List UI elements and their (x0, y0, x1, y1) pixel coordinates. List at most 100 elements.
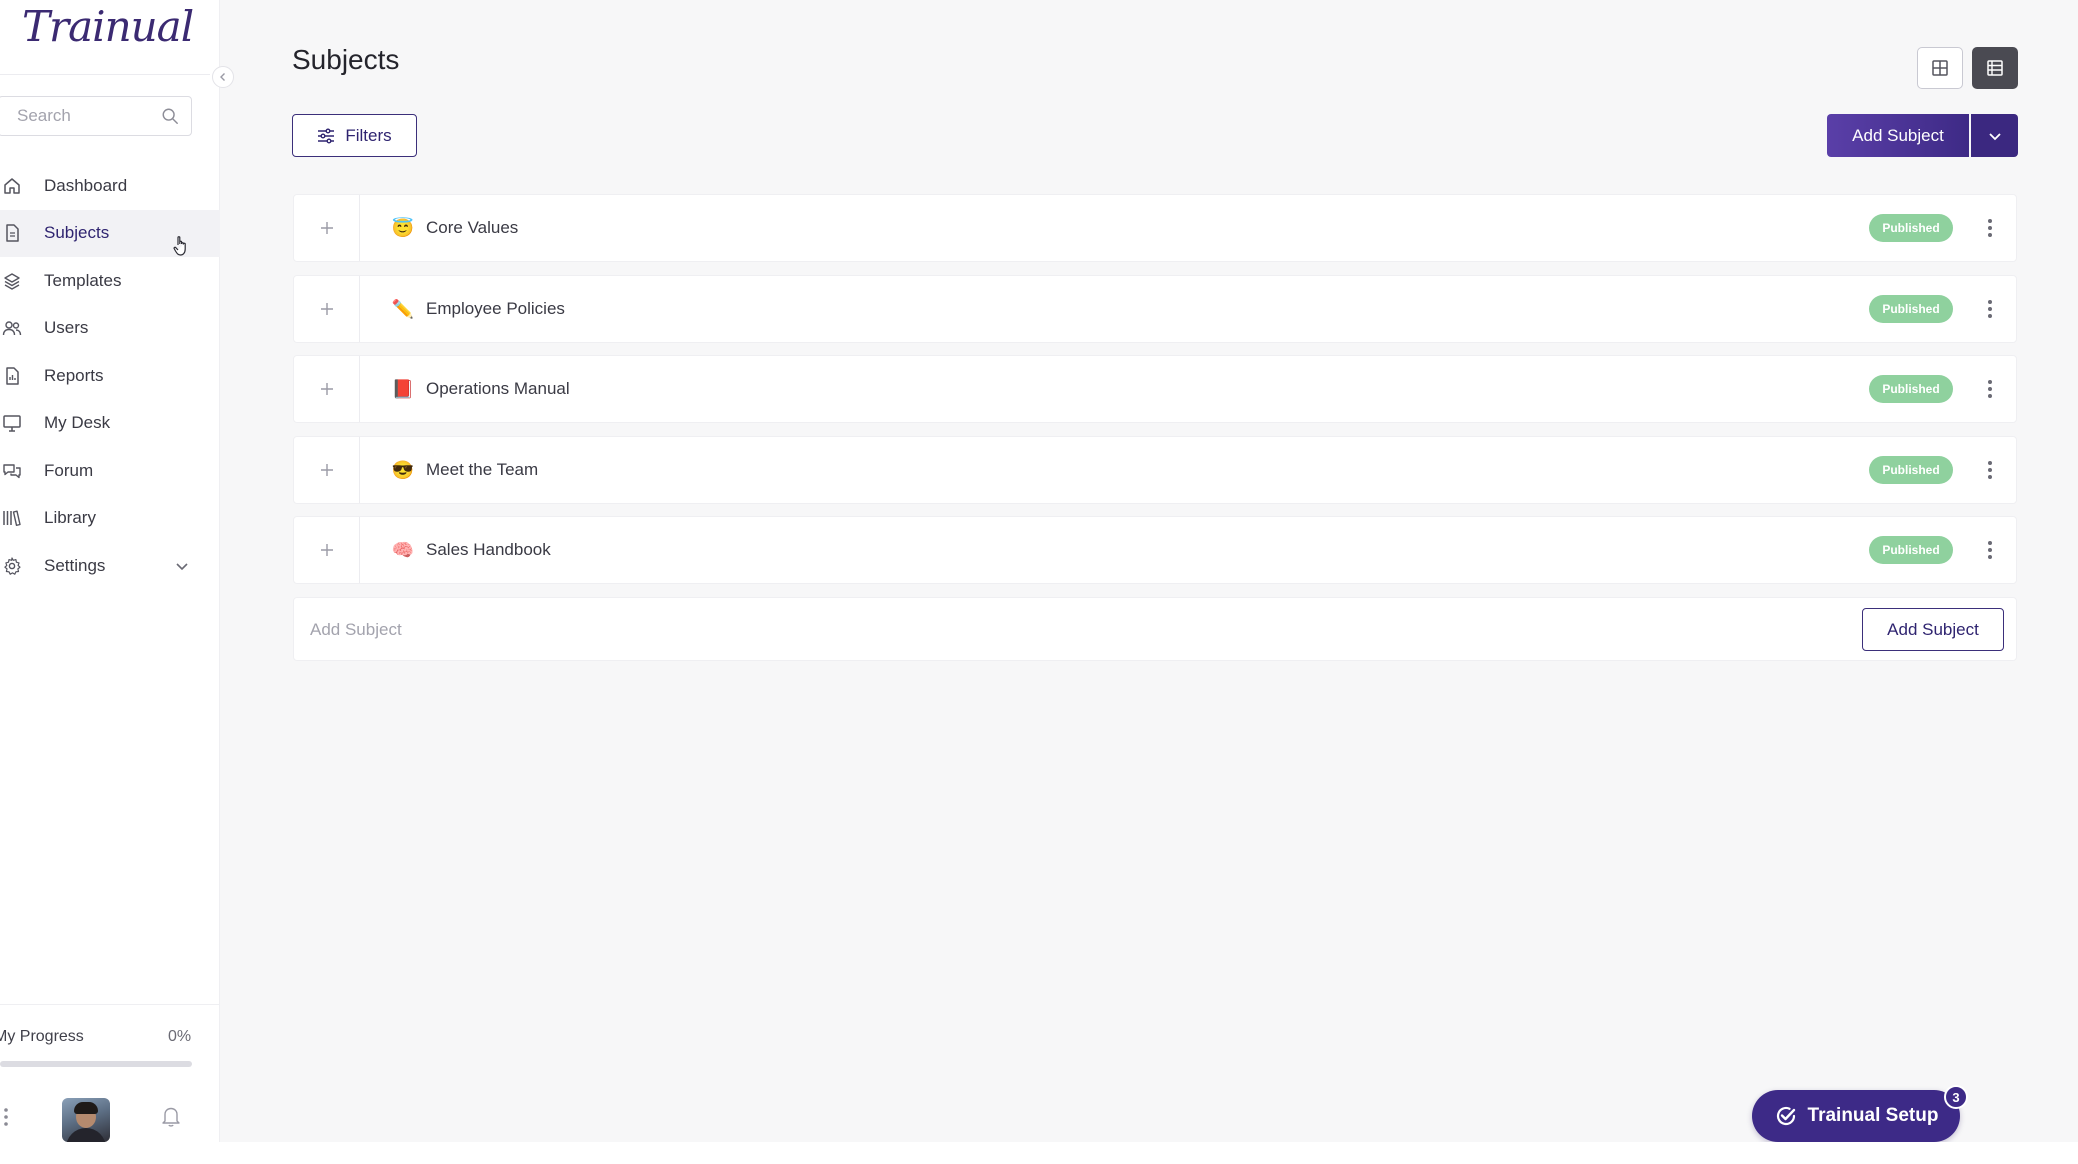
expand-button[interactable] (294, 195, 360, 261)
sidebar-divider (0, 1004, 220, 1005)
subject-list: 😇 Core Values Published ✏️ Employee Poli… (293, 194, 2017, 597)
home-icon (4, 178, 20, 194)
progress-label: My Progress (0, 1028, 84, 1045)
kebab-menu-icon[interactable] (1984, 458, 1996, 482)
sidebar-search (0, 96, 192, 136)
document-icon (6, 224, 19, 242)
expand-button[interactable] (294, 275, 360, 342)
sidebar-item-forum[interactable]: Forum (0, 447, 220, 495)
avatar-body (66, 1128, 106, 1142)
subject-name[interactable]: Operations Manual (426, 379, 570, 399)
expand-button[interactable] (294, 356, 360, 422)
avatar[interactable] (62, 1098, 110, 1142)
report-icon (6, 367, 19, 385)
library-icon (3, 510, 21, 527)
sidebar-item-label: Reports (44, 365, 104, 385)
table-row[interactable]: ✏️ Employee Policies Published (293, 274, 2017, 343)
sidebar-item-label: My Desk (44, 413, 111, 433)
bell-icon[interactable] (160, 1104, 182, 1128)
status-badge: Published (1869, 294, 1953, 323)
collapse-sidebar-button[interactable] (212, 66, 234, 88)
plus-icon (320, 463, 333, 476)
list-icon (1987, 60, 2003, 76)
new-subject-row: Add Subject (293, 597, 2017, 661)
kebab-menu-icon[interactable] (1984, 216, 1996, 240)
sidebar-nav: Dashboard Subjects Templates Users Repor… (0, 162, 220, 590)
grid-view-button[interactable] (1917, 47, 1963, 89)
filters-button[interactable]: Filters (292, 114, 417, 157)
new-subject-input[interactable] (310, 616, 910, 644)
subject-name[interactable]: Core Values (426, 218, 518, 238)
subject-emoji-icon: 🧠 (391, 540, 415, 560)
sidebar-item-label: Library (44, 508, 96, 528)
plus-icon (320, 222, 333, 234)
sidebar-item-label: Users (44, 318, 89, 338)
search-input[interactable] (17, 106, 161, 126)
setup-label: Trainual Setup (1807, 1105, 1939, 1126)
add-subject-button[interactable]: Add Subject (1827, 114, 1969, 157)
expand-button[interactable] (294, 517, 360, 583)
sidebar-item-reports[interactable]: Reports (0, 352, 220, 400)
gear-icon (4, 557, 21, 575)
table-row[interactable]: 😎 Meet the Team Published (293, 435, 2017, 504)
progress-value: 0% (168, 1028, 192, 1045)
sidebar-item-label: Dashboard (44, 175, 128, 195)
plus-icon (320, 544, 333, 556)
subject-emoji-icon: 📕 (391, 379, 415, 399)
table-row[interactable]: 😇 Core Values Published (293, 194, 2017, 262)
search-icon[interactable] (161, 107, 179, 125)
sidebar-item-label: Forum (44, 460, 94, 480)
kebab-menu-icon[interactable] (1984, 538, 1996, 562)
expand-button[interactable] (294, 436, 360, 503)
progress-bar (0, 1061, 192, 1067)
sidebar-item-label: Settings (44, 555, 106, 575)
logo-divider (0, 74, 210, 75)
monitor-icon (3, 415, 21, 432)
sliders-icon (318, 128, 335, 143)
setup-count-badge: 3 (1944, 1085, 1968, 1109)
chevron-down-icon[interactable] (174, 558, 190, 574)
sidebar-item-settings[interactable]: Settings (0, 542, 220, 590)
status-badge: Published (1869, 455, 1953, 484)
hand-cursor-icon (173, 236, 186, 256)
table-row[interactable]: 🧠 Sales Handbook Published (293, 516, 2017, 584)
table-row[interactable]: 📕 Operations Manual Published (293, 355, 2017, 423)
kebab-menu-icon[interactable] (1984, 377, 1996, 401)
sidebar-item-users[interactable]: Users (0, 305, 220, 353)
page-title: Subjects (292, 44, 400, 75)
chevron-down-icon (1988, 132, 2001, 140)
subject-name[interactable]: Meet the Team (426, 460, 538, 480)
add-subject-inline-button[interactable]: Add Subject (1862, 608, 2004, 651)
users-icon (2, 321, 22, 336)
sidebar-item-library[interactable]: Library (0, 495, 220, 543)
grid-icon (1932, 60, 1948, 76)
subject-emoji-icon: ✏️ (391, 298, 415, 319)
subject-emoji-icon: 😎 (391, 459, 415, 480)
avatar-hair (74, 1102, 98, 1114)
app-logo[interactable]: Trainual (22, 2, 194, 51)
sidebar-item-dashboard[interactable]: Dashboard (0, 162, 220, 210)
subject-name[interactable]: Employee Policies (426, 299, 565, 319)
sidebar-item-label: Templates (44, 270, 122, 290)
chevron-left-icon (220, 73, 225, 81)
filters-label: Filters (345, 125, 392, 145)
status-badge: Published (1869, 375, 1953, 403)
plus-icon (320, 302, 333, 315)
sidebar-item-my-desk[interactable]: My Desk (0, 400, 220, 448)
add-subject-dropdown-button[interactable] (1971, 114, 2018, 157)
add-subject-split-button: Add Subject (1827, 114, 2018, 157)
more-options-icon[interactable] (2, 1106, 10, 1128)
kebab-menu-icon[interactable] (1984, 297, 1996, 321)
subject-emoji-icon: 😇 (391, 218, 415, 238)
check-circle-icon (1776, 1106, 1795, 1126)
bottom-bar (0, 1142, 2078, 1164)
subject-name[interactable]: Sales Handbook (426, 540, 551, 560)
list-view-button[interactable] (1972, 47, 2018, 89)
sidebar: Trainual Dashboard Subjects Templates Us… (0, 0, 234, 1164)
layers-icon (4, 273, 20, 290)
plus-icon (320, 383, 333, 395)
sidebar-item-templates[interactable]: Templates (0, 257, 220, 305)
chat-icon (3, 464, 21, 478)
status-badge: Published (1869, 536, 1953, 564)
trainual-setup-button[interactable]: Trainual Setup (1752, 1090, 1960, 1142)
